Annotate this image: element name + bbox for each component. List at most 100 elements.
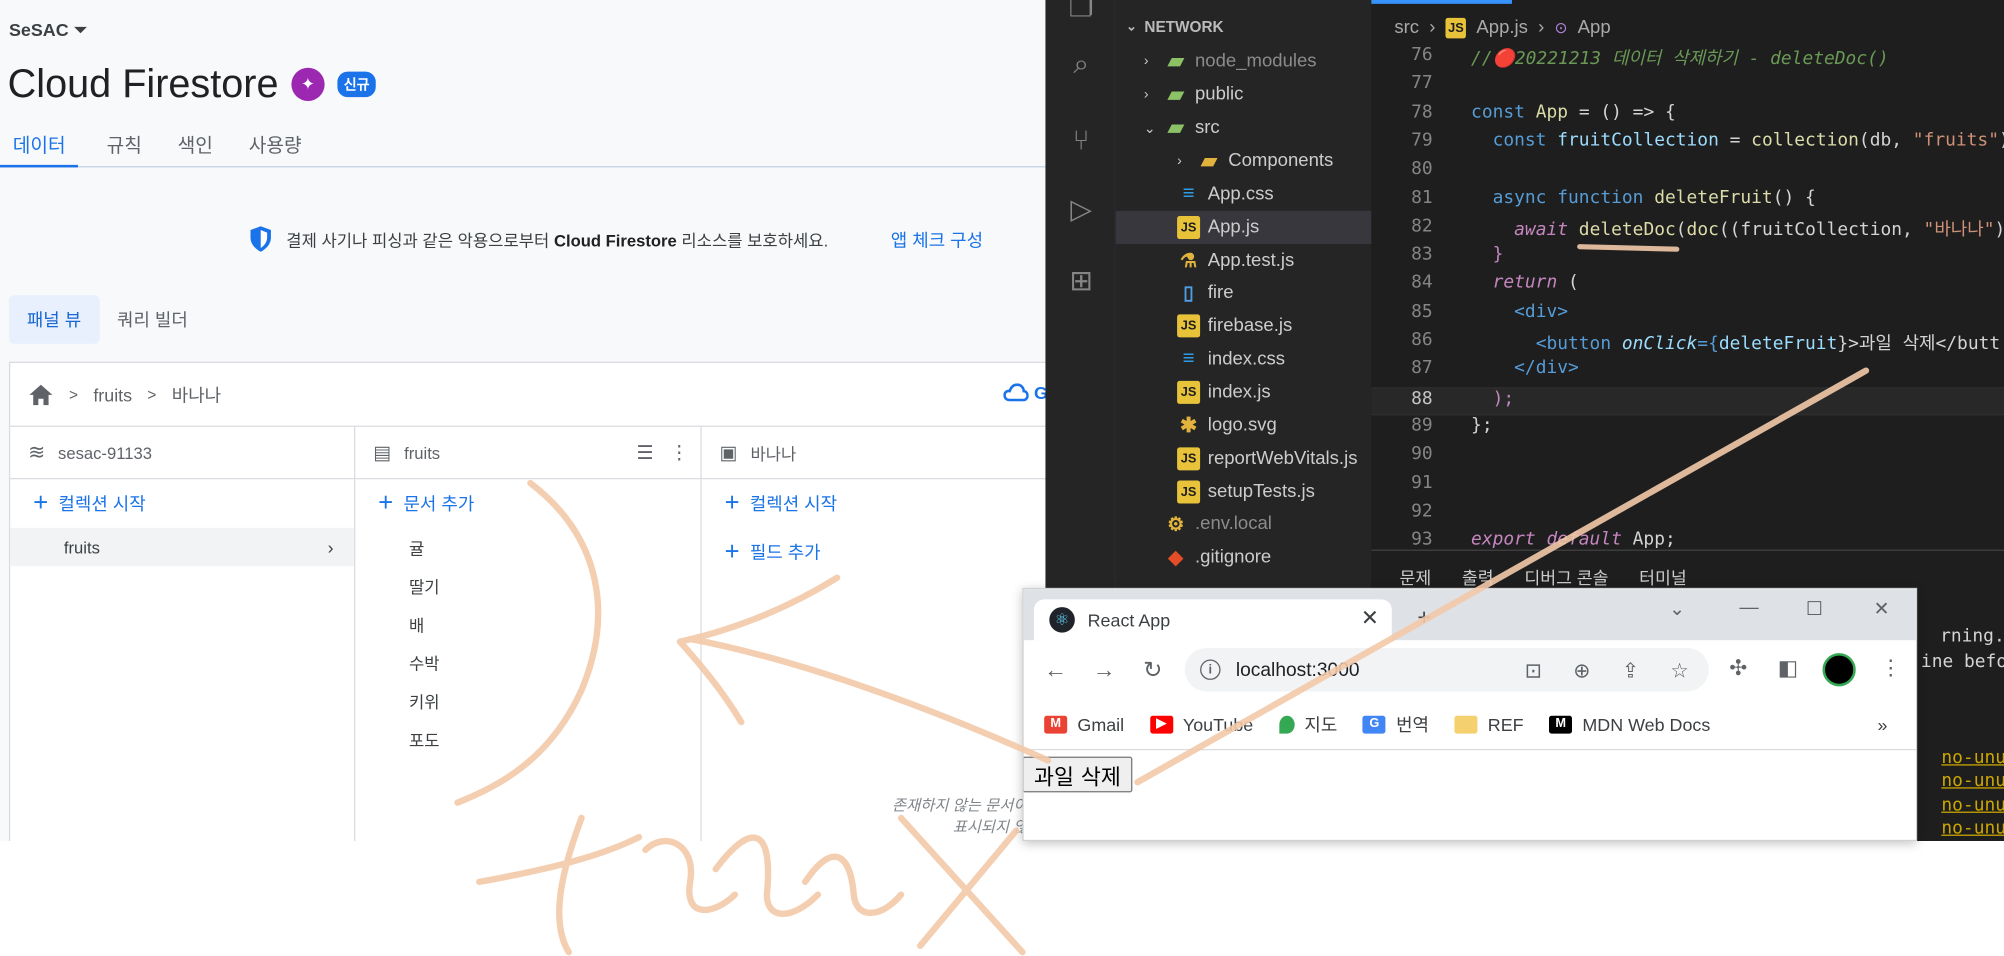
info-icon[interactable]: i [1200, 659, 1221, 680]
bookmark-maps[interactable]: 지도 [1278, 711, 1337, 737]
list-item[interactable]: 딸기 [355, 566, 700, 604]
home-icon[interactable] [28, 383, 54, 406]
add-document-button[interactable]: + 문서 추가 [355, 479, 700, 528]
tab-output[interactable]: 출력 [1462, 564, 1494, 588]
more-vert-icon[interactable]: ⋮ [670, 441, 689, 464]
code-line[interactable]: 87 </div> [1371, 358, 2004, 386]
tab-debug-console[interactable]: 디버그 콘솔 [1524, 564, 1608, 588]
file-tree-item[interactable]: JS index.js [1116, 376, 1271, 409]
file-tree-item[interactable]: › ▰ node_modules [1116, 45, 1317, 78]
code-line[interactable]: 89}; [1371, 415, 2004, 443]
source-control-icon[interactable]: ⑂ [1063, 123, 1099, 159]
search-icon[interactable]: ⌕ [1063, 46, 1099, 82]
tab-usage[interactable]: 사용량 [236, 123, 314, 168]
breadcrumb-symbol[interactable]: App [1578, 18, 1611, 38]
code-line[interactable]: 81 async function deleteFruit() { [1371, 187, 2004, 215]
side-panel-icon[interactable]: ◧ [1778, 656, 1799, 682]
extensions-icon[interactable]: ✣ [1729, 656, 1747, 682]
code-line[interactable]: 82 await deleteDoc(doc((fruitCollection,… [1371, 216, 2004, 244]
list-item[interactable]: 귤 [355, 528, 700, 566]
code-line[interactable]: 90 [1371, 444, 2004, 472]
tab-rules[interactable]: 규칙 [94, 123, 155, 168]
start-subcollection-button[interactable]: + 컬렉션 시작 [702, 479, 1048, 528]
file-tree-item[interactable]: JS setupTests.js [1116, 475, 1315, 508]
project-switcher[interactable]: SeSAC [9, 19, 87, 40]
avatar[interactable] [1822, 653, 1856, 687]
tab-indexes[interactable]: 색인 [165, 123, 226, 168]
code-line[interactable]: 86 <button onClick={deleteFruit}>과일 삭제</… [1371, 330, 2004, 358]
code-line[interactable]: 83 } [1371, 244, 2004, 272]
file-tree-item[interactable]: JS firebase.js [1116, 309, 1292, 342]
breadcrumb-folder[interactable]: src [1394, 18, 1419, 38]
tab-search-icon[interactable]: ⌄ [1669, 597, 1685, 620]
translate-icon[interactable]: ⊡ [1525, 658, 1542, 684]
tab-data[interactable]: 데이터 [0, 123, 79, 168]
close-icon[interactable]: ✕ [1361, 606, 1379, 632]
bookmark-gmail[interactable]: M Gmail [1044, 714, 1124, 734]
back-icon[interactable]: ← [1042, 656, 1070, 683]
list-item[interactable]: 수박 [355, 643, 700, 681]
bookmark-mdn[interactable]: M MDN Web Docs [1549, 714, 1710, 734]
code-line[interactable]: 88 ); [1371, 386, 2004, 416]
list-item[interactable]: 배 [355, 605, 700, 643]
file-tree-item[interactable]: JS reportWebVitals.js [1116, 442, 1357, 475]
run-debug-icon[interactable]: ▷ [1063, 192, 1099, 228]
start-collection-button[interactable]: + 컬렉션 시작 [10, 479, 354, 528]
star-icon[interactable]: ☆ [1670, 658, 1688, 684]
list-item[interactable]: 포도 [355, 720, 700, 758]
code-line[interactable]: 84 return ( [1371, 273, 2004, 301]
file-tree-item[interactable]: ≡ index.css [1116, 343, 1285, 376]
browser-tab[interactable]: ⚛ React App ✕ [1033, 599, 1392, 641]
add-field-button[interactable]: + 필드 추가 [702, 528, 1048, 577]
code-line[interactable]: 79 const fruitCollection = collection(db… [1371, 130, 2004, 158]
bookmark-translate[interactable]: G 번역 [1362, 711, 1429, 737]
code-line[interactable]: 92 [1371, 501, 2004, 529]
file-tree-item[interactable]: › ▰ Components [1116, 144, 1333, 177]
filter-icon[interactable]: ☰ [636, 441, 653, 464]
code-line[interactable]: 77 [1371, 73, 2004, 101]
explorer-icon[interactable]: ❐ [1063, 0, 1099, 26]
file-tree-item[interactable]: ⌄ ▰ src [1116, 111, 1220, 144]
tab-terminal[interactable]: 터미널 [1639, 564, 1687, 588]
explorer-header[interactable]: ⌄ NETWORK [1126, 18, 1224, 36]
file-tree-item[interactable]: ⚙ .env.local [1116, 507, 1272, 540]
file-tree-item[interactable]: ▯ fire [1116, 276, 1233, 309]
code-line[interactable]: 78 const App = () => { [1371, 102, 2004, 130]
minimize-icon[interactable]: — [1739, 597, 1758, 619]
forward-icon[interactable]: → [1090, 656, 1118, 683]
more-vert-icon[interactable]: ⋮ [1880, 656, 1902, 682]
close-window-icon[interactable]: ✕ [1874, 597, 1890, 620]
list-item[interactable]: 키위 [355, 681, 700, 719]
google-cloud-link[interactable]: G [1003, 382, 1048, 403]
query-builder-button[interactable]: 쿼리 빌더 [99, 295, 206, 344]
file-tree-item[interactable]: ≡ App.css [1116, 178, 1274, 211]
share-icon[interactable]: ⇪ [1622, 658, 1639, 684]
delete-fruit-button[interactable]: 과일 삭제 [1023, 756, 1133, 793]
file-tree-item[interactable]: JS App.js [1115, 210, 1372, 245]
new-tab-icon[interactable]: + [1417, 605, 1430, 632]
zoom-icon[interactable]: ⊕ [1573, 658, 1590, 684]
extensions-icon[interactable]: ⊞ [1063, 263, 1099, 299]
reload-icon[interactable]: ↻ [1139, 656, 1167, 683]
tab-problems[interactable]: 문제 [1399, 564, 1431, 588]
file-tree-item[interactable]: ⚗ App.test.js [1116, 244, 1294, 277]
breadcrumb-document[interactable]: 바나나 [172, 382, 221, 408]
code-line[interactable]: 76 //🔴20221213 데이터 삭제하기 - deleteDoc() [1371, 45, 2004, 73]
address-bar[interactable]: i localhost:3000 ⊡ ⊕ ⇪ ☆ [1184, 647, 1709, 692]
bookmark-youtube[interactable]: ▶ YouTube [1149, 714, 1253, 734]
code-line[interactable]: 91 [1371, 472, 2004, 500]
file-tree-item[interactable]: ◆ .gitignore [1116, 541, 1271, 574]
file-tree-item[interactable]: › ▰ public [1116, 78, 1244, 111]
code-line[interactable]: 85 <div> [1371, 301, 2004, 329]
breadcrumb-file[interactable]: App.js [1476, 18, 1528, 38]
panel-view-button[interactable]: 패널 뷰 [8, 295, 100, 344]
app-check-link[interactable]: 앱 체크 구성 [891, 227, 983, 253]
maximize-icon[interactable]: ☐ [1806, 597, 1823, 620]
breadcrumb-collection[interactable]: fruits [93, 384, 132, 404]
code-line[interactable]: 80 [1371, 159, 2004, 187]
file-tree-item[interactable]: ✱ logo.svg [1116, 409, 1277, 442]
more-bookmarks-icon[interactable]: » [1877, 714, 1887, 734]
list-item[interactable]: fruits › [10, 527, 355, 567]
bookmark-ref[interactable]: REF [1454, 714, 1524, 734]
